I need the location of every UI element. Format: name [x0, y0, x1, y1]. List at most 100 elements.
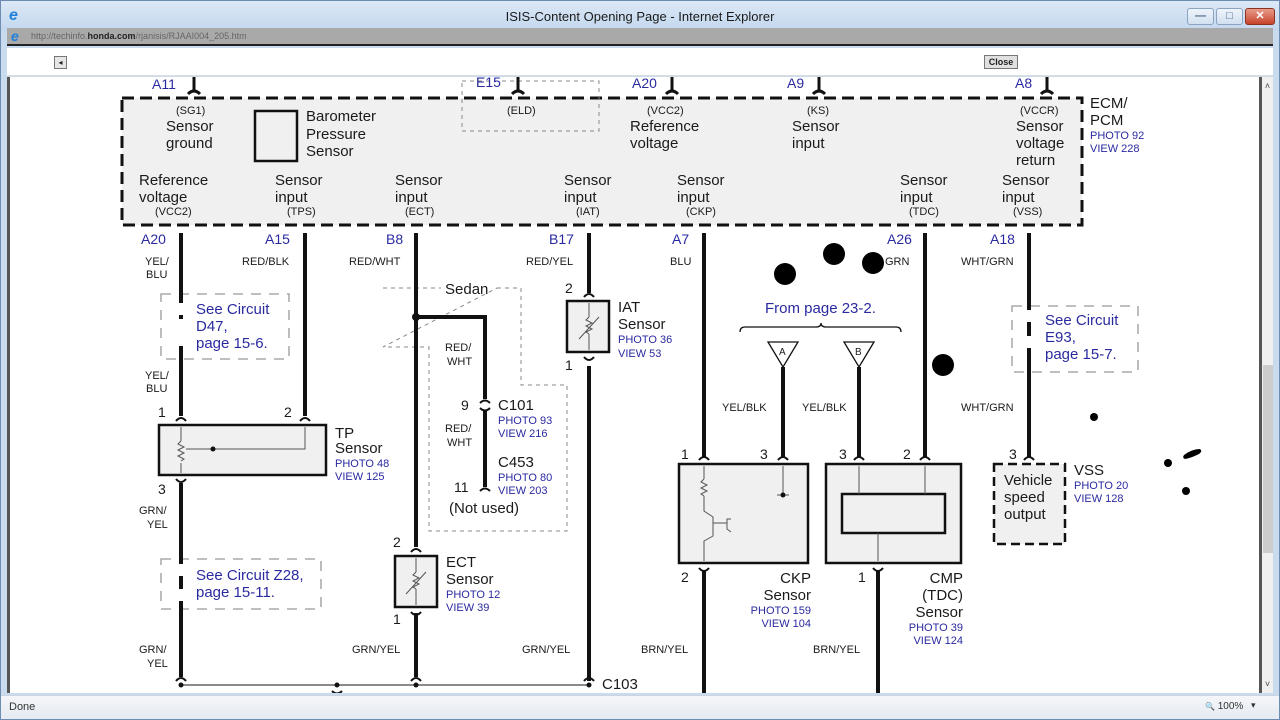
code-vcc2-top: (VCC2): [647, 105, 684, 117]
zoom-dropdown-icon[interactable]: ▾: [1251, 700, 1256, 711]
wire-brn-yel-cmp: BRN/YEL: [813, 644, 860, 656]
c101-photo[interactable]: PHOTO 93: [498, 415, 552, 427]
tp-photo[interactable]: PHOTO 48: [335, 458, 389, 470]
ref-d47-3: page 15-6.: [196, 335, 268, 352]
ect-view[interactable]: VIEW 39: [446, 602, 489, 614]
url-prefix: http://techinfo.: [31, 31, 88, 41]
ckp-sensor-box: [677, 462, 810, 565]
code-tps: (TPS): [287, 206, 316, 218]
cmp-element: [840, 492, 947, 535]
url-path: /rjanisis/RJAAI004_205.htm: [135, 31, 247, 41]
label-ref-voltage-top-2: voltage: [630, 135, 678, 152]
address-bar[interactable]: e http://techinfo.honda.com/rjanisis/RJA…: [7, 28, 1273, 46]
ecm-name-2: PCM: [1090, 112, 1123, 129]
triangle-a-label: A: [779, 347, 786, 358]
wire-yel-blk-a: YEL/BLK: [722, 402, 767, 414]
ect-sub: Sensor: [446, 571, 494, 588]
ckp-pin-3: 3: [760, 446, 768, 462]
label-iat-2: input: [564, 189, 597, 206]
cmp-pin-3: 3: [839, 446, 847, 462]
scroll-up-icon[interactable]: ˄: [1262, 79, 1273, 93]
code-sg1: (SG1): [176, 105, 205, 117]
vss-box-1: Vehicle: [1004, 472, 1052, 489]
label-ckp-2: input: [677, 189, 710, 206]
page-toolbar: ◂ Close: [7, 48, 1273, 76]
label-sensor-ground-1: Sensor: [166, 118, 214, 135]
barometer-label-3: Sensor: [306, 143, 354, 160]
ecm-view-link[interactable]: VIEW 228: [1090, 143, 1140, 155]
ref-e93-1: See Circuit: [1045, 312, 1119, 329]
pin-a7: A7: [672, 231, 689, 247]
vss-photo[interactable]: PHOTO 20: [1074, 480, 1128, 492]
ckp-view[interactable]: VIEW 104: [761, 618, 811, 630]
pin-a9: A9: [787, 77, 804, 91]
zoom-level[interactable]: 🔍 100%: [1205, 701, 1243, 712]
zoom-value: 100%: [1217, 701, 1244, 712]
label-sensor-ground-2: ground: [166, 135, 213, 152]
c453-view[interactable]: VIEW 203: [498, 485, 548, 497]
pin-a18: A18: [990, 231, 1015, 247]
cmp-name-2: (TDC): [922, 587, 963, 604]
cmp-view[interactable]: VIEW 124: [913, 635, 963, 647]
maximize-button[interactable]: □: [1216, 8, 1243, 25]
vss-box-2: speed: [1004, 489, 1045, 506]
ect-photo[interactable]: PHOTO 12: [446, 589, 500, 601]
pin-a26: A26: [887, 231, 912, 247]
wire-yel-blu-bot-2: BLU: [146, 383, 167, 395]
wire-blu: BLU: [670, 256, 691, 268]
iat-photo[interactable]: PHOTO 36: [618, 334, 672, 346]
wire-red-wht: RED/WHT: [349, 256, 401, 268]
ecm-photo-link[interactable]: PHOTO 92: [1090, 130, 1144, 142]
wiring-diagram: A11 E15 A20 A9 A8 (SG1) Sensor ground Ba…: [120, 77, 1202, 693]
ckp-pin-1: 1: [681, 446, 689, 462]
wire-grn-yel-ect: GRN/YEL: [352, 644, 400, 656]
tp-sensor-box: [157, 423, 328, 477]
content-left-border: [7, 77, 10, 693]
ref-e93-3: page 15-7.: [1045, 346, 1117, 363]
c453-photo[interactable]: PHOTO 80: [498, 472, 552, 484]
code-ect: (ECT): [405, 206, 434, 218]
ckp-pin-2: 2: [681, 569, 689, 585]
code-tdc: (TDC): [909, 206, 939, 218]
scroll-thumb[interactable]: [1263, 365, 1273, 553]
code-ks: (KS): [807, 105, 829, 117]
url-text[interactable]: http://techinfo.honda.com/rjanisis/RJAAI…: [31, 31, 247, 41]
label-ect-2: input: [395, 189, 428, 206]
triangle-b-label: B: [855, 347, 862, 358]
ckp-photo[interactable]: PHOTO 159: [751, 605, 811, 617]
cmp-photo[interactable]: PHOTO 39: [909, 622, 963, 634]
close-window-button[interactable]: ✕: [1245, 8, 1275, 25]
barometer-sensor-box: [253, 109, 299, 163]
label-ref-voltage-top-1: Reference: [630, 118, 699, 135]
c101-view[interactable]: VIEW 216: [498, 428, 548, 440]
ect-name: ECT: [446, 554, 476, 571]
close-page-button[interactable]: Close: [984, 55, 1018, 69]
label-tdc-1: Sensor: [900, 172, 948, 189]
ect-pin-1: 1: [393, 611, 401, 627]
iat-view[interactable]: VIEW 53: [618, 348, 661, 360]
url-domain: honda.com: [87, 31, 136, 41]
label-vccr-2: voltage: [1016, 135, 1064, 152]
bus-dots: [178, 313, 592, 688]
back-button[interactable]: ◂: [54, 56, 67, 69]
wire-grn-yel-3: GRN/: [139, 644, 167, 656]
tp-pin-3: 3: [158, 481, 166, 497]
vertical-scrollbar[interactable]: ˄ ˅: [1259, 77, 1273, 693]
minimize-button[interactable]: —: [1187, 8, 1214, 25]
ect-pin-2: 2: [393, 534, 401, 550]
cmp-name: CMP: [930, 570, 963, 587]
wire-brn-yel-ckp: BRN/YEL: [641, 644, 688, 656]
ref-z28-2: page 15-11.: [196, 584, 275, 601]
pin-b17: B17: [549, 231, 574, 247]
scroll-down-icon[interactable]: ˅: [1262, 677, 1273, 691]
ie-page-icon: e: [11, 28, 19, 44]
vss-view[interactable]: VIEW 128: [1074, 493, 1124, 505]
code-vcc2: (VCC2): [155, 206, 192, 218]
pin-b8: B8: [386, 231, 403, 247]
diagram-content: A11 E15 A20 A9 A8 (SG1) Sensor ground Ba…: [7, 77, 1259, 693]
barometer-label-1: Barometer: [306, 108, 376, 125]
ckp-sub: Sensor: [763, 587, 811, 604]
tp-view[interactable]: VIEW 125: [335, 471, 385, 483]
window-title: ISIS-Content Opening Page - Internet Exp…: [505, 9, 775, 24]
ref-d47-1: See Circuit: [196, 301, 270, 318]
